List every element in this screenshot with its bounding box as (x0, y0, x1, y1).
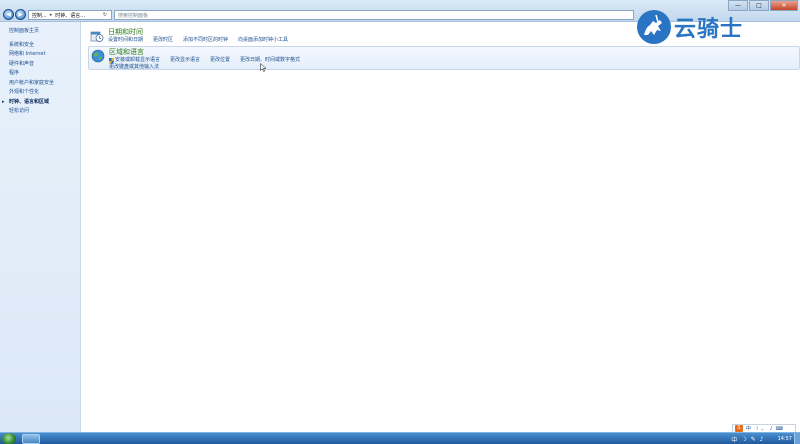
tray-volume-icon[interactable]: ♪ (760, 436, 764, 443)
sidebar-home-link[interactable]: 控制面板主页 (9, 27, 80, 37)
install-display-language-label: 安装或卸载显示语言 (115, 57, 161, 63)
ime-punctuation-icon[interactable]: 。 (762, 425, 767, 432)
refresh-button[interactable]: ↻ (98, 10, 112, 20)
uac-shield-icon (109, 57, 114, 64)
change-display-language-link[interactable]: 更改显示语言 (170, 57, 200, 64)
breadcrumb-separator: ▸ (49, 12, 53, 18)
main-content: 日期和时间 设置时间和日期 更改时区 添加不同时区的时钟 向桌面添加时钟小工具 … (82, 22, 800, 432)
sidebar-item-appearance[interactable]: 外观和个性化 (9, 88, 80, 98)
date-time-title[interactable]: 日期和时间 (108, 28, 288, 37)
sidebar-item-user-accounts[interactable]: 用户帐户和家庭安全 (9, 79, 80, 89)
mouse-pointer-icon (260, 63, 267, 72)
window-controls: — □ ✕ (728, 0, 798, 11)
maximize-button[interactable]: □ (749, 0, 769, 11)
back-arrow-icon: ◀ (6, 11, 11, 18)
breadcrumb-item-control-panel[interactable]: 控制... (32, 12, 47, 19)
knight-on-horse-logo-icon (637, 10, 671, 44)
breadcrumb-item-clock-language[interactable]: 时钟、语言... (55, 12, 85, 19)
back-button[interactable]: ◀ (3, 9, 14, 20)
install-display-language-link[interactable]: 安装或卸载显示语言 (109, 57, 160, 64)
ime-moon-icon[interactable]: ☽ (754, 426, 758, 432)
system-tray: 中 ☽ ✎ ♪ 14:57 (731, 433, 800, 444)
sidebar-item-clock-language-region[interactable]: 时钟、语言和区域 (2, 98, 80, 108)
sidebar-item-programs[interactable]: 程序 (9, 69, 80, 79)
taskbar: 中 ☽ ✎ ♪ 14:57 (0, 432, 800, 444)
region-language-title[interactable]: 区域和语言 (109, 48, 300, 57)
category-region-language: 区域和语言 安装或卸载显示语言 更改显示语言 更改位置 更改日期、时间或数字格式… (88, 46, 800, 70)
sidebar-item-ease-of-access[interactable]: 轻松访问 (9, 107, 80, 117)
ime-voice-icon[interactable]: ♪ (770, 426, 773, 432)
taskbar-clock[interactable]: 14:57 (778, 436, 792, 442)
change-location-link[interactable]: 更改位置 (210, 57, 230, 64)
logo: 云骑士 (636, 8, 788, 46)
minimize-button[interactable]: — (728, 0, 748, 11)
logo-text: 云骑士 (674, 17, 744, 42)
show-desktop-button[interactable] (794, 433, 800, 444)
ime-keyboard-icon[interactable]: ⌨ (776, 426, 783, 432)
tray-ime-chinese[interactable]: 中 (731, 435, 737, 444)
sidebar-item-system-security[interactable]: 系统和安全 (9, 41, 80, 51)
add-clock-gadget-link[interactable]: 向桌面添加时钟小工具 (238, 37, 288, 44)
globe-icon[interactable] (91, 49, 105, 63)
forward-arrow-icon: ▶ (18, 11, 23, 18)
navigation-buttons: ◀ ▶ (3, 9, 27, 20)
set-time-date-link[interactable]: 设置时间和日期 (108, 37, 143, 44)
taskbar-explorer-window[interactable] (22, 434, 40, 444)
clock-calendar-icon[interactable] (90, 29, 104, 43)
search-placeholder: 搜索控制面板 (118, 12, 149, 19)
change-keyboard-input-link[interactable]: 更改键盘或其他输入法 (109, 64, 159, 71)
forward-button[interactable]: ▶ (15, 9, 26, 20)
tray-pen-icon[interactable]: ✎ (751, 436, 756, 443)
start-button[interactable] (2, 433, 16, 444)
change-timezone-link[interactable]: 更改时区 (153, 37, 173, 44)
sidebar: 控制面板主页 系统和安全 网络和 Internet 硬件和声音 程序 用户帐户和… (0, 22, 81, 432)
refresh-icon: ↻ (102, 12, 108, 18)
change-date-time-number-format-link[interactable]: 更改日期、时间或数字格式 (240, 57, 300, 64)
sidebar-item-network[interactable]: 网络和 Internet (9, 50, 80, 60)
close-button[interactable]: ✕ (770, 0, 798, 11)
add-clocks-link[interactable]: 添加不同时区的时钟 (183, 37, 228, 44)
tray-moon-icon[interactable]: ☽ (741, 436, 746, 443)
sidebar-item-hardware-sound[interactable]: 硬件和声音 (9, 60, 80, 70)
search-input[interactable]: 搜索控制面板 (114, 10, 634, 20)
ime-mode-chinese[interactable]: 中 (746, 425, 751, 432)
sogou-ime-icon[interactable]: S (735, 425, 743, 432)
